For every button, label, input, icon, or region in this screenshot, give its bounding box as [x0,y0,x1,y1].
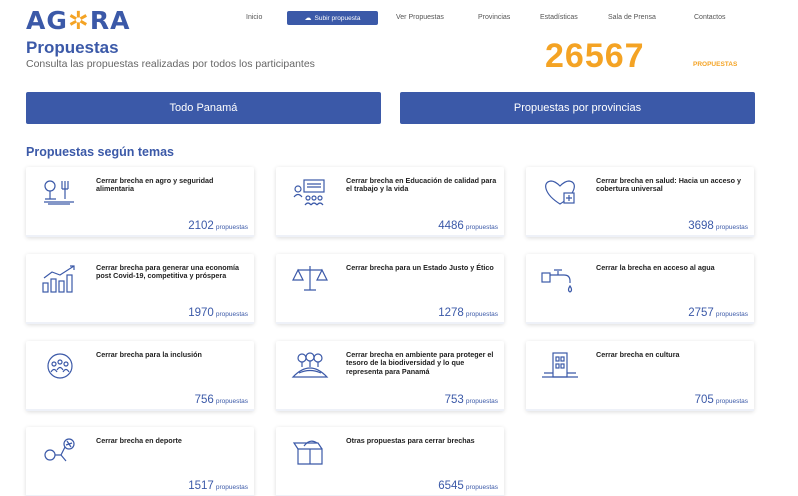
nav-inicio[interactable]: Inicio [246,14,262,21]
topic-card[interactable]: Cerrar brecha para un Estado Justo y Éti… [276,254,504,324]
topic-count-unit: propuestas [715,311,748,318]
topic-title: Cerrar brecha para generar una economía … [96,263,240,281]
topic-count-value: 1278 [438,307,464,319]
topic-card[interactable]: Cerrar brecha en salud: Hacia un acceso … [526,167,754,237]
education-icon [293,179,325,206]
environment-icon [291,352,329,378]
topic-count-value: 756 [194,394,214,406]
page-subtitle: Consulta las propuestas realizadas por t… [26,58,315,70]
topic-count: 2757 propuestas [688,303,748,321]
topic-title: Cerrar brecha en agro y seguridad alimen… [96,176,214,194]
topic-count-value: 1970 [188,307,214,319]
topic-title: Cerrar la brecha en acceso al agua [596,263,715,272]
topic-count-value: 2757 [688,307,714,319]
topic-count-unit: propuestas [465,398,498,405]
card-divider [526,235,754,237]
topic-count-unit: propuestas [215,224,248,231]
topic-card[interactable]: Cerrar brecha en agro y seguridad alimen… [26,167,254,237]
topic-count: 1517 propuestas [188,476,248,494]
topic-title: Cerrar brecha en ambiente para proteger … [346,350,494,376]
total-proposals-count: 26567 [545,37,645,75]
topic-count-unit: propuestas [715,398,748,405]
topic-title: Otras propuestas para cerrar brechas [346,436,475,445]
topic-card[interactable]: Otras propuestas para cerrar brechas 654… [276,427,504,496]
topic-card[interactable]: Cerrar brecha en cultura 705 propuestas [526,341,754,411]
topic-count-value: 753 [444,394,464,406]
topic-count-unit: propuestas [215,398,248,405]
section-title: Propuestas según temas [26,145,174,159]
card-divider [526,409,754,411]
topic-count: 1278 propuestas [438,303,498,321]
card-divider [26,409,254,411]
topic-count: 753 propuestas [445,390,498,408]
nav-estadisticas[interactable]: Estadísticas [540,14,578,21]
cloud-upload-icon: ☁ [304,15,312,22]
topic-count: 6545 propuestas [438,476,498,494]
topic-count-unit: propuestas [715,224,748,231]
topic-count-value: 705 [694,394,714,406]
water-icon [541,269,573,293]
upload-proposal-button[interactable]: ☁ Subir propuesta [287,11,378,25]
topic-card[interactable]: Cerrar brecha para la inclusión 756 propu… [26,341,254,411]
topic-count-value: 3698 [688,220,714,232]
agro-icon [44,180,74,205]
box-icon [292,440,323,465]
card-divider [276,409,504,411]
nav-ver-propuestas[interactable]: Ver Propuestas [396,14,444,21]
nav-sala-de-prensa[interactable]: Sala de Prensa [608,14,656,21]
topic-count: 1970 propuestas [188,303,248,321]
health-icon [545,180,575,205]
card-divider [26,235,254,237]
proposals-by-province-button[interactable]: Propuestas por provincias [400,92,755,124]
inclusion-icon [47,353,73,379]
topic-card[interactable]: Cerrar brecha para generar una economía … [26,254,254,324]
card-divider [276,322,504,324]
logo-symbol: ✲ [67,6,90,35]
topic-card[interactable]: Cerrar la brecha en acceso al agua 2757 p… [526,254,754,324]
topic-title: Cerrar brecha para un Estado Justo y Éti… [346,263,494,272]
total-proposals-label: PROPUESTAS [693,61,738,68]
card-divider [26,322,254,324]
topic-count: 756 propuestas [195,390,248,408]
logo-text-right: RA [89,6,131,35]
topic-count: 705 propuestas [695,390,748,408]
card-divider [526,322,754,324]
logo-text-left: AG [26,6,68,35]
topic-count-value: 2102 [188,220,214,232]
page-title: Propuestas [26,38,119,57]
topic-count-unit: propuestas [215,484,248,491]
topic-title: Cerrar brecha en deporte [96,436,182,445]
topic-count-unit: propuestas [465,311,498,318]
topic-count-unit: propuestas [215,311,248,318]
card-divider [276,235,504,237]
top-navbar: AG✲RA Inicio ☁ Subir propuesta Ver Propu… [0,0,798,40]
justice-icon [292,266,328,291]
topic-count: 3698 propuestas [688,216,748,234]
economy-icon [42,265,75,293]
topic-count-unit: propuestas [465,484,498,491]
topic-title: Cerrar brecha para la inclusión [96,350,202,359]
nav-provincias[interactable]: Provincias [478,14,510,21]
topic-title: Cerrar brecha en Educación de calidad pa… [346,176,497,194]
topic-card[interactable]: Cerrar brecha en ambiente para proteger … [276,341,504,411]
topic-title: Cerrar brecha en cultura [596,350,680,359]
topic-title: Cerrar brecha en salud: Hacia un acceso … [596,176,742,194]
culture-icon [542,352,578,378]
nav-contactos[interactable]: Contactos [694,14,726,21]
topic-count-value: 1517 [188,480,214,492]
topic-count: 2102 propuestas [188,216,248,234]
all-panama-button[interactable]: Todo Panamá [26,92,381,124]
upload-proposal-label: Subir propuesta [314,14,361,22]
topic-card[interactable]: Cerrar brecha en Educación de calidad pa… [276,167,504,237]
topic-count-value: 6545 [438,480,464,492]
topic-card[interactable]: Cerrar brecha en deporte 1517 propuestas [26,427,254,496]
topic-count-value: 4486 [438,220,464,232]
sport-icon [44,438,75,462]
agora-logo[interactable]: AG✲RA [26,6,130,35]
topic-count-unit: propuestas [465,224,498,231]
topic-count: 4486 propuestas [438,216,498,234]
